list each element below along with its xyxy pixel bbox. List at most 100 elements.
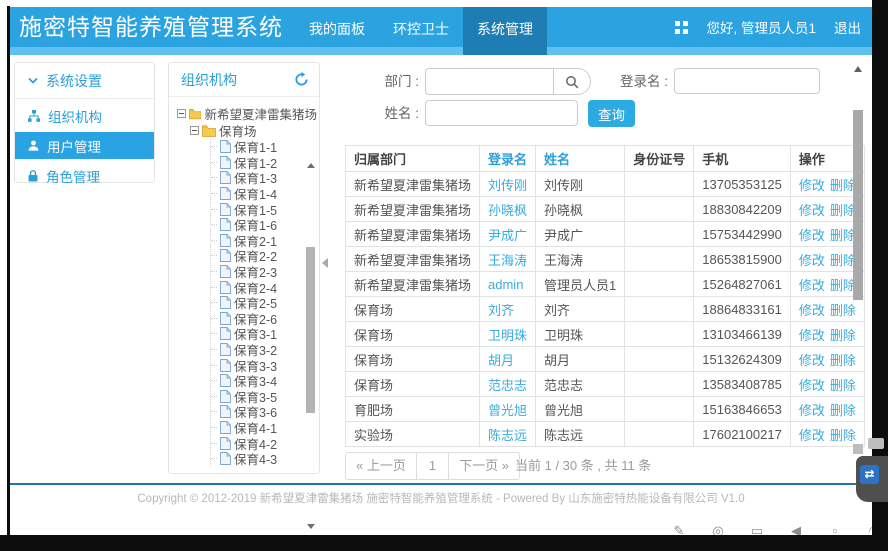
table-row[interactable]: 保育场 卫明珠 卫明珠 13103466139 修改删除 xyxy=(346,322,865,347)
next-page-button[interactable]: 下一页 » xyxy=(448,452,520,480)
login-link[interactable]: 卫明珠 xyxy=(488,328,527,343)
delete-link[interactable]: 删除 xyxy=(830,328,856,343)
sidebar-item-roles[interactable]: 角色管理 xyxy=(15,162,154,189)
login-link[interactable]: 曾光旭 xyxy=(488,403,527,418)
edit-link[interactable]: 修改 xyxy=(799,278,825,293)
panel-collapse-arrow-icon[interactable] xyxy=(322,258,328,268)
main-scrollbar-thumb[interactable] xyxy=(853,110,863,300)
login-link[interactable]: 刘齐 xyxy=(488,303,514,318)
file-icon xyxy=(220,327,231,340)
login-link[interactable]: 胡月 xyxy=(488,353,514,368)
edit-link[interactable]: 修改 xyxy=(799,378,825,393)
collapse-icon[interactable] xyxy=(177,109,186,118)
login-input[interactable] xyxy=(674,68,820,94)
scroll-down-icon[interactable] xyxy=(307,524,315,529)
sidebar-item-label: 组织机构 xyxy=(48,106,102,126)
login-link[interactable]: 陈志远 xyxy=(488,428,527,443)
scroll-up-icon[interactable] xyxy=(307,163,315,168)
delete-link[interactable]: 删除 xyxy=(830,428,856,443)
user-table-body: 新希望夏津雷集猪场 刘传刚 刘传刚 13705353125 修改删除 新希望夏津… xyxy=(346,172,865,447)
apps-grid-icon[interactable] xyxy=(675,21,688,34)
sidebar-section-header[interactable]: 系统设置 xyxy=(15,63,154,99)
col-login[interactable]: 登录名 xyxy=(480,146,536,172)
login-link[interactable]: 孙晓枫 xyxy=(488,203,527,218)
prev-page-button[interactable]: « 上一页 xyxy=(345,452,417,480)
edit-link[interactable]: 修改 xyxy=(799,403,825,418)
cell-phone: 15163846653 xyxy=(694,397,791,422)
edit-link[interactable]: 修改 xyxy=(799,228,825,243)
delete-link[interactable]: 删除 xyxy=(830,228,856,243)
delete-link[interactable]: 删除 xyxy=(830,353,856,368)
tree-scrollbar[interactable] xyxy=(306,163,316,533)
table-row[interactable]: 实验场 陈志远 陈志远 17602100217 修改删除 xyxy=(346,422,865,447)
table-row[interactable]: 新希望夏津雷集猪场 admin 管理员人员1 15264827061 修改删除 xyxy=(346,272,865,297)
edit-link[interactable]: 修改 xyxy=(799,253,825,268)
delete-link[interactable]: 删除 xyxy=(830,303,856,318)
dept-input[interactable] xyxy=(425,68,553,95)
edit-link[interactable]: 修改 xyxy=(799,178,825,193)
cell-phone: 15753442990 xyxy=(694,222,791,247)
cell-login: 刘传刚 xyxy=(480,172,536,197)
tree-scrollbar-thumb[interactable] xyxy=(306,247,315,413)
col-idcard[interactable]: 身份证号 xyxy=(625,146,694,172)
file-icon xyxy=(220,140,231,153)
sidebar-item-org[interactable]: 组织机构 xyxy=(15,102,154,129)
table-row[interactable]: 新希望夏津雷集猪场 尹成广 尹成广 15753442990 修改删除 xyxy=(346,222,865,247)
table-row[interactable]: 新希望夏津雷集猪场 刘传刚 刘传刚 13705353125 修改删除 xyxy=(346,172,865,197)
nav-item-dashboard[interactable]: 我的面板 xyxy=(295,7,379,55)
tray-icon-target[interactable]: ◎ xyxy=(711,523,725,535)
sidebar-item-users[interactable]: 用户管理 xyxy=(15,132,154,159)
edit-link[interactable]: 修改 xyxy=(799,303,825,318)
edit-link[interactable]: 修改 xyxy=(799,353,825,368)
login-link[interactable]: 范忠志 xyxy=(488,378,527,393)
table-row[interactable]: 保育场 胡月 胡月 15132624309 修改删除 xyxy=(346,347,865,372)
nav-item-env-guard[interactable]: 环控卫士 xyxy=(379,7,463,55)
tray-icon-speaker[interactable]: ◀ xyxy=(789,523,803,535)
sitemap-icon xyxy=(28,110,40,122)
logout-link[interactable]: 退出 xyxy=(834,17,861,37)
main-scrollbar[interactable] xyxy=(853,62,863,454)
tray-icon-window[interactable]: ▫ xyxy=(828,523,842,535)
tree-node-root[interactable]: 新希望夏津雷集猪场 xyxy=(177,105,317,122)
nav-item-system-mgmt[interactable]: 系统管理 xyxy=(463,7,547,55)
scroll-down-icon[interactable] xyxy=(853,444,863,454)
collapse-icon[interactable] xyxy=(190,126,199,135)
cell-idcard xyxy=(625,172,694,197)
header-bar: 施密特智能养殖管理系统 我的面板 环控卫士 系统管理 您好, 管理员人员1 退出 xyxy=(10,7,872,47)
delete-link[interactable]: 删除 xyxy=(830,378,856,393)
delete-link[interactable]: 删除 xyxy=(830,178,856,193)
screen-frame-bottom xyxy=(0,535,888,551)
login-link[interactable]: 刘传刚 xyxy=(488,178,527,193)
login-link[interactable]: admin xyxy=(488,277,523,292)
name-input[interactable] xyxy=(425,100,578,126)
login-link[interactable]: 王海涛 xyxy=(488,253,527,268)
page-number-button[interactable]: 1 xyxy=(416,452,449,480)
col-name[interactable]: 姓名 xyxy=(536,146,625,172)
login-link[interactable]: 尹成广 xyxy=(488,228,527,243)
delete-link[interactable]: 删除 xyxy=(830,278,856,293)
col-dept[interactable]: 归属部门 xyxy=(346,146,480,172)
scroll-up-icon[interactable] xyxy=(854,66,862,72)
table-row[interactable]: 新希望夏津雷集猪场 孙晓枫 孙晓枫 18830842209 修改删除 xyxy=(346,197,865,222)
cell-name: 尹成广 xyxy=(536,222,625,247)
delete-link[interactable]: 删除 xyxy=(830,403,856,418)
refresh-icon[interactable] xyxy=(294,72,309,87)
side-widget-tab[interactable] xyxy=(868,438,884,449)
tray-icon-printer[interactable]: ▭ xyxy=(750,523,764,535)
remote-support-widget[interactable]: ⇄ xyxy=(856,456,888,502)
file-icon xyxy=(220,281,231,294)
table-row[interactable]: 保育场 范忠志 范忠志 13583408785 修改删除 xyxy=(346,372,865,397)
table-row[interactable]: 育肥场 曾光旭 曾光旭 15163846653 修改删除 xyxy=(346,397,865,422)
table-row[interactable]: 保育场 刘齐 刘齐 18864833161 修改删除 xyxy=(346,297,865,322)
edit-link[interactable]: 修改 xyxy=(799,428,825,443)
col-phone[interactable]: 手机 xyxy=(694,146,791,172)
table-row[interactable]: 新希望夏津雷集猪场 王海涛 王海涛 18653815900 修改删除 xyxy=(346,247,865,272)
query-button[interactable]: 查询 xyxy=(588,100,635,127)
tray-icon-pen[interactable]: ✎ xyxy=(672,523,686,535)
tree-node-leaf[interactable]: 保育4-3 xyxy=(211,451,317,467)
dept-search-button[interactable] xyxy=(553,68,591,95)
delete-link[interactable]: 删除 xyxy=(830,203,856,218)
delete-link[interactable]: 删除 xyxy=(830,253,856,268)
edit-link[interactable]: 修改 xyxy=(799,203,825,218)
edit-link[interactable]: 修改 xyxy=(799,328,825,343)
